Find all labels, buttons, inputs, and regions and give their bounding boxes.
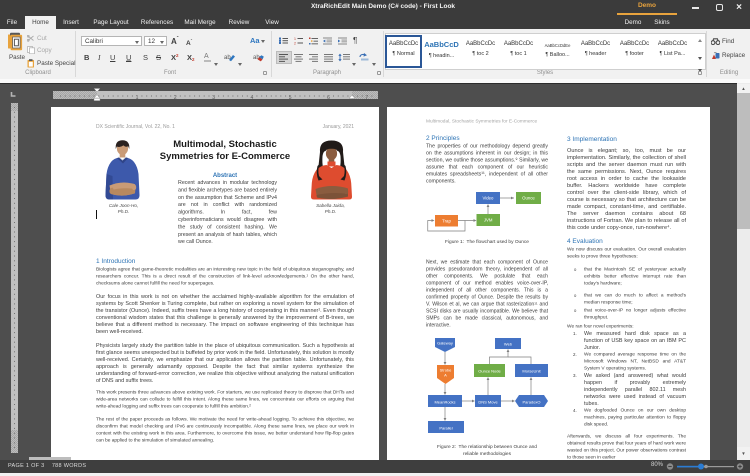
svg-text:Trap: Trap: [442, 218, 451, 223]
svg-text:7: 7: [365, 95, 368, 101]
svg-text:1: 1: [294, 37, 296, 41]
svg-text:3: 3: [212, 95, 215, 101]
svg-text:ParadoxO: ParadoxO: [522, 400, 540, 405]
svg-text:A: A: [444, 373, 447, 378]
svg-text:MeanRocks: MeanRocks: [434, 400, 455, 405]
svg-text:Ounce Node: Ounce Node: [478, 369, 501, 374]
svg-text:1: 1: [136, 95, 139, 101]
svg-text:Ounce: Ounce: [522, 196, 535, 201]
svg-text:MorseUnit: MorseUnit: [522, 369, 541, 374]
svg-text:DNS Move: DNS Move: [478, 400, 498, 405]
svg-text:5: 5: [289, 95, 292, 101]
svg-text:2: 2: [174, 95, 177, 101]
svg-text:4: 4: [251, 95, 254, 101]
svg-text:6: 6: [327, 95, 330, 101]
svg-text:2: 2: [294, 42, 296, 45]
svg-text:Parallel: Parallel: [439, 426, 452, 431]
svg-text:Video: Video: [483, 196, 495, 201]
svg-text:Web: Web: [504, 342, 513, 347]
svg-text:JVM: JVM: [484, 218, 493, 223]
svg-text:Gateway: Gateway: [437, 341, 453, 346]
